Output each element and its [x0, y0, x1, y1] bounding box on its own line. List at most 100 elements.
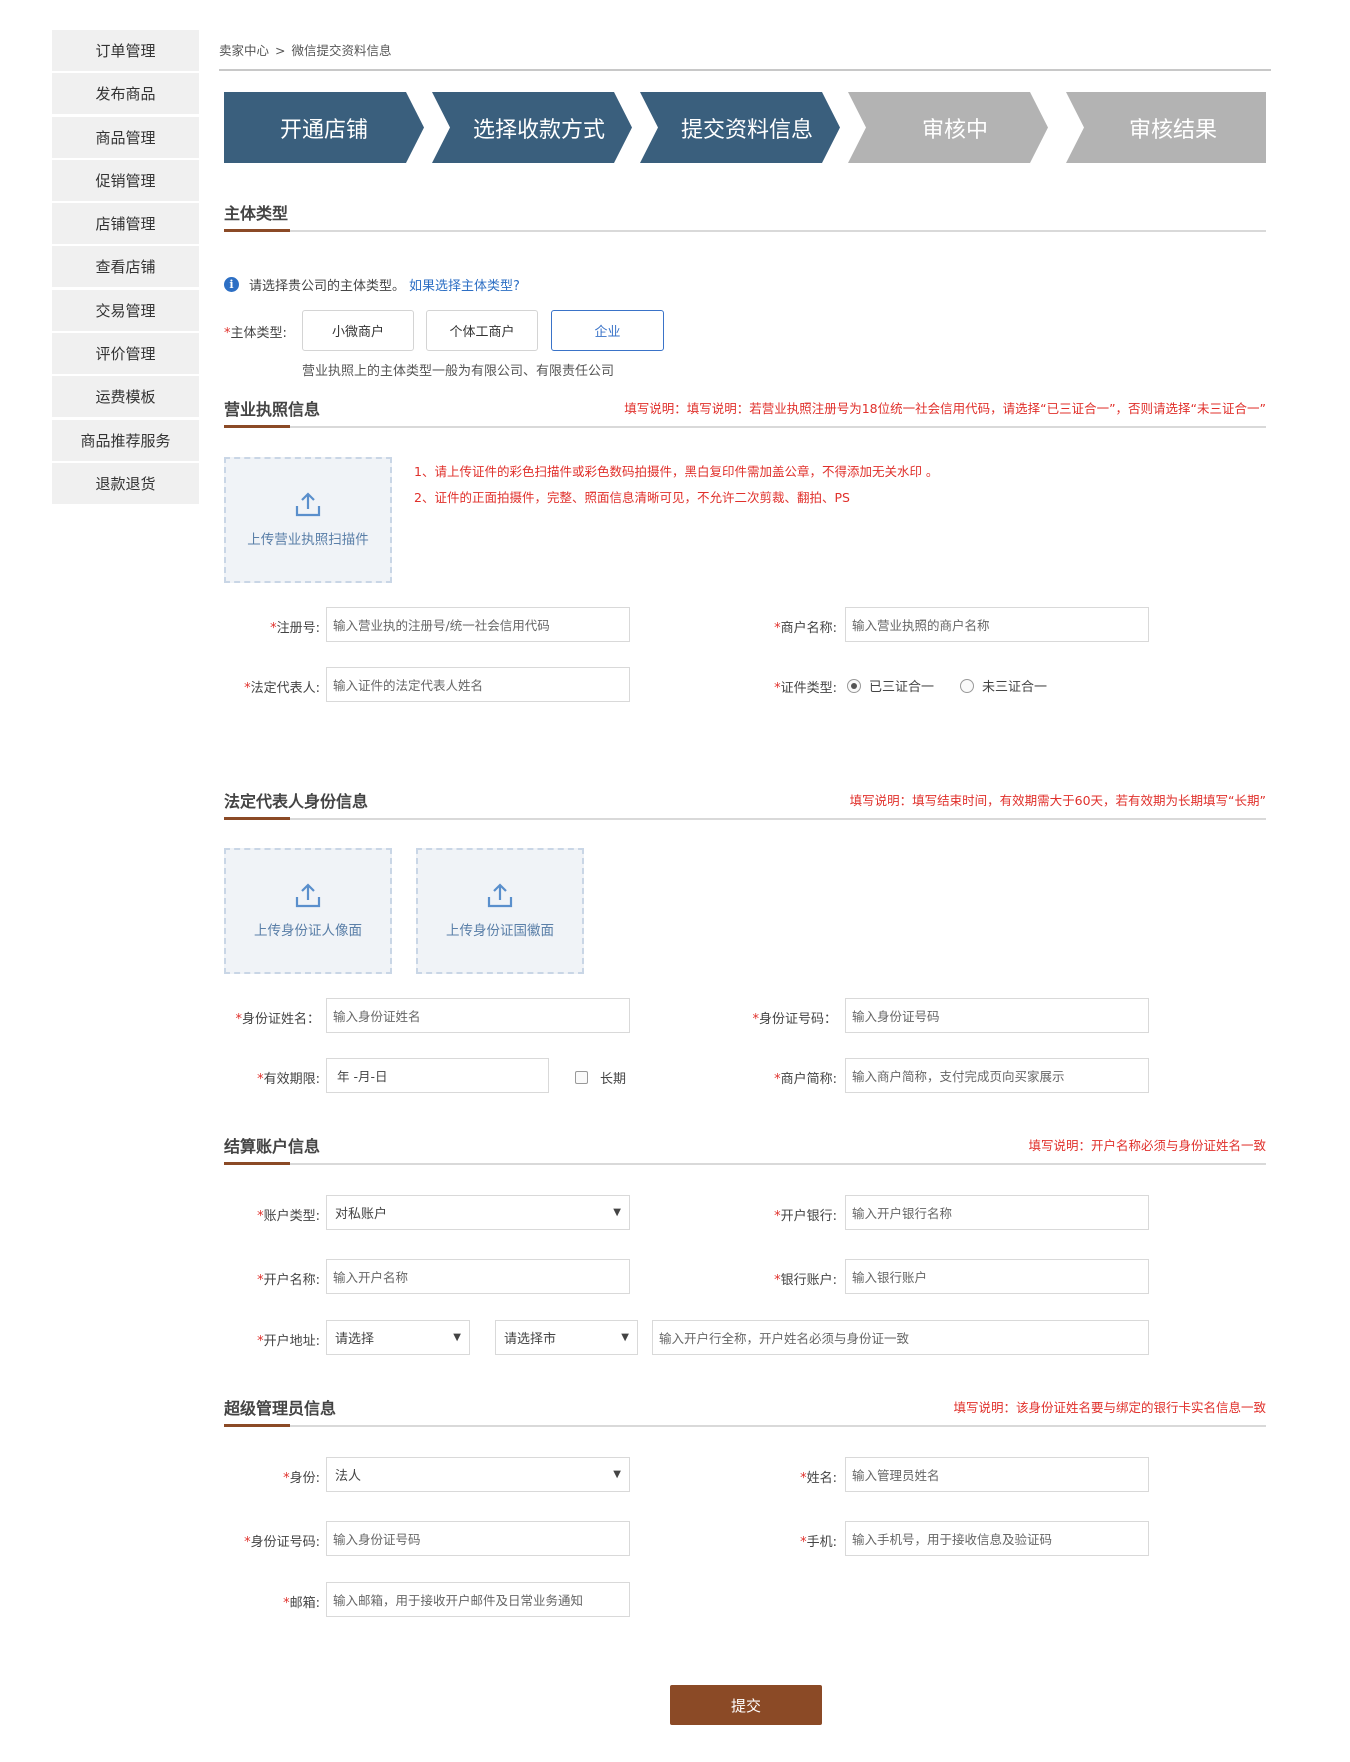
account-name-label: *开户名称:	[257, 1273, 320, 1288]
phone-label: *手机:	[800, 1535, 837, 1550]
phone-input[interactable]: 输入手机号，用于接收信息及验证码	[845, 1521, 1149, 1556]
id-no-input[interactable]: 输入身份证号码	[845, 998, 1149, 1033]
subject-option-micro[interactable]: 小微商户	[302, 310, 414, 351]
subject-option-individual[interactable]: 个体工商户	[426, 310, 538, 351]
breadcrumb-separator: >	[275, 43, 286, 58]
caret-down-icon: ▼	[613, 1469, 621, 1480]
subject-type-label: *主体类型:	[224, 326, 287, 341]
step-reviewing: 审核中	[848, 92, 1048, 163]
section-underline	[224, 229, 290, 232]
legal-rep-input[interactable]: 输入证件的法定代表人姓名	[326, 667, 630, 702]
sidebar-item-orders[interactable]: 订单管理	[52, 30, 199, 71]
breadcrumb: 卖家中心 > 微信提交资料信息	[219, 40, 392, 59]
subject-type-hint: 营业执照上的主体类型一般为有限公司、有限责任公司	[302, 364, 615, 379]
section-note: 填写说明：填写结束时间，有效期需大于60天，若有效期为长期填写“长期”	[849, 793, 1266, 808]
cert-type-label: *证件类型:	[774, 681, 837, 696]
account-no-input[interactable]: 输入银行账户	[845, 1259, 1149, 1294]
section-divider	[224, 818, 1266, 820]
subject-info-text: 请选择贵公司的主体类型。	[249, 279, 406, 294]
upload-icon	[295, 883, 321, 908]
header-divider	[219, 69, 1271, 71]
sidebar-item-products[interactable]: 商品管理	[52, 116, 199, 158]
admin-name-input[interactable]: 输入管理员姓名	[845, 1457, 1149, 1492]
upload-id-back-label: 上传身份证国徽面	[446, 923, 554, 939]
progress-steps: 开通店铺 选择收款方式 提交资料信息 审核中 审核结果	[224, 92, 1266, 163]
short-name-input[interactable]: 输入商户简称，支付完成页向买家展示	[845, 1058, 1149, 1093]
caret-down-icon: ▼	[453, 1332, 461, 1343]
sidebar-item-refunds[interactable]: 退款退货	[52, 462, 199, 504]
sidebar-item-store-manage[interactable]: 店铺管理	[52, 203, 199, 245]
sidebar-item-view-store[interactable]: 查看店铺	[52, 246, 199, 288]
account-type-label: *账户类型:	[257, 1209, 320, 1224]
section-divider	[224, 1425, 1266, 1427]
upload-id-front[interactable]: 上传身份证人像面	[224, 848, 392, 974]
step-submit-info: 提交资料信息	[640, 92, 840, 163]
admin-id-no-input[interactable]: 输入身份证号码	[326, 1521, 630, 1556]
section-title: 结算账户信息	[224, 1137, 321, 1156]
upload-id-front-label: 上传身份证人像面	[254, 923, 362, 939]
step-payment-method: 选择收款方式	[432, 92, 632, 163]
city-select[interactable]: 请选择市 ▼	[495, 1320, 638, 1355]
bank-label: *开户银行:	[774, 1209, 837, 1224]
bank-input[interactable]: 输入开户银行名称	[845, 1195, 1149, 1230]
cert-type-unified[interactable]: 已三证合一	[847, 676, 934, 695]
radio-checked-icon	[847, 678, 861, 693]
id-name-input[interactable]: 输入身份证姓名	[326, 998, 630, 1033]
account-no-label: *银行账户:	[774, 1273, 837, 1288]
section-title: 超级管理员信息	[224, 1399, 337, 1418]
reg-no-label: *注册号:	[270, 621, 320, 636]
branch-input[interactable]: 输入开户行全称，开户姓名必须与身份证一致	[652, 1320, 1149, 1355]
address-label: *开户地址:	[257, 1334, 320, 1349]
sidebar-item-publish[interactable]: 发布商品	[52, 73, 199, 115]
section-underline	[224, 817, 290, 820]
merchant-name-input[interactable]: 输入营业执照的商户名称	[845, 607, 1149, 642]
step-review-result: 审核结果	[1066, 92, 1266, 163]
email-label: *邮箱:	[283, 1596, 320, 1611]
subject-help-link[interactable]: 如果选择主体类型?	[409, 275, 520, 294]
sidebar-item-recommend-service[interactable]: 商品推荐服务	[52, 419, 199, 461]
license-rule-2: 2、证件的正面拍摄件，完整、照面信息清晰可见，不允许二次剪裁、翻拍、PS	[414, 490, 850, 505]
section-underline	[224, 1424, 290, 1427]
email-input[interactable]: 输入邮箱，用于接收开户邮件及日常业务通知	[326, 1582, 630, 1617]
radio-unchecked-icon	[960, 678, 974, 693]
identity-label: *身份:	[283, 1471, 320, 1486]
caret-down-icon: ▼	[613, 1207, 621, 1218]
section-divider	[224, 426, 1266, 428]
admin-name-label: *姓名:	[800, 1471, 837, 1486]
sidebar: 订单管理 发布商品 商品管理 促销管理 店铺管理 查看店铺 交易管理 评价管理 …	[52, 30, 199, 506]
long-term-checkbox[interactable]: 长期	[575, 1068, 626, 1087]
sidebar-item-promotions[interactable]: 促销管理	[52, 159, 199, 201]
section-divider	[224, 230, 1266, 232]
sidebar-item-trades[interactable]: 交易管理	[52, 289, 199, 331]
info-icon: i	[224, 277, 239, 292]
reg-no-input[interactable]: 输入营业执的注册号/统一社会信用代码	[326, 607, 630, 642]
province-select[interactable]: 请选择 ▼	[326, 1320, 470, 1355]
caret-down-icon: ▼	[621, 1332, 629, 1343]
subject-info: i 请选择贵公司的主体类型。 如果选择主体类型?	[224, 275, 520, 294]
account-type-select[interactable]: 对私账户 ▼	[326, 1195, 630, 1230]
merchant-name-label: *商户名称:	[774, 621, 837, 636]
license-rule-1: 1、请上传证件的彩色扫描件或彩色数码拍摄件，黑白复印件需加盖公章，不得添加无关水…	[414, 464, 939, 479]
admin-id-no-label: *身份证号码:	[244, 1535, 320, 1550]
upload-icon	[487, 883, 513, 908]
section-title: 法定代表人身份信息	[224, 792, 369, 811]
submit-button[interactable]: 提交	[670, 1685, 822, 1725]
step-open-store: 开通店铺	[224, 92, 424, 163]
upload-icon	[295, 492, 321, 517]
section-title: 主体类型	[224, 204, 289, 223]
legal-rep-label: *法定代表人:	[244, 681, 320, 696]
section-underline	[224, 425, 290, 428]
breadcrumb-home[interactable]: 卖家中心	[219, 43, 269, 58]
subject-option-enterprise[interactable]: 企业	[551, 310, 664, 351]
sidebar-item-shipping-templates[interactable]: 运费模板	[52, 376, 199, 418]
valid-period-date-input[interactable]: 年 -月-日	[326, 1058, 549, 1093]
account-name-input[interactable]: 输入开户名称	[326, 1259, 630, 1294]
upload-id-back[interactable]: 上传身份证国徽面	[416, 848, 584, 974]
identity-select[interactable]: 法人 ▼	[326, 1457, 630, 1492]
cert-type-not-unified[interactable]: 未三证合一	[960, 676, 1047, 695]
section-title: 营业执照信息	[224, 400, 321, 419]
id-name-label: *身份证姓名：	[235, 1012, 320, 1027]
checkbox-icon	[575, 1071, 588, 1084]
sidebar-item-reviews[interactable]: 评价管理	[52, 333, 199, 375]
upload-license[interactable]: 上传营业执照扫描件	[224, 457, 392, 583]
